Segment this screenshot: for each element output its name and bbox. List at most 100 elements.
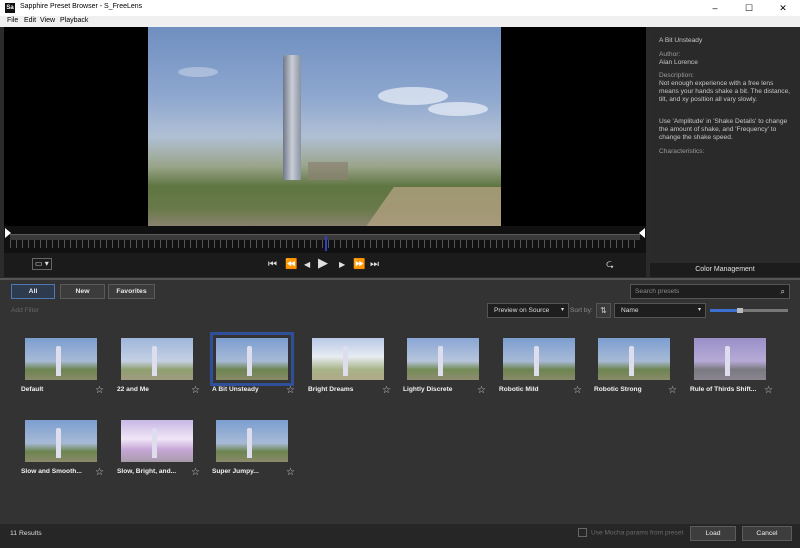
- aspect-dropdown[interactable]: ▭ ▾: [32, 258, 52, 270]
- checkbox-icon[interactable]: [578, 528, 587, 537]
- go-to-end-icon[interactable]: ⏭: [370, 258, 379, 272]
- step-forward-icon[interactable]: ▶: [339, 258, 345, 272]
- load-button[interactable]: Load: [690, 526, 736, 541]
- app-icon: Sa: [5, 3, 15, 13]
- maximize-button[interactable]: ☐: [732, 0, 766, 16]
- preset-thumbnail[interactable]: [503, 338, 575, 380]
- preset-tile[interactable]: A Bit Unsteady ☆: [210, 332, 304, 413]
- preset-name: Robotic Strong: [594, 386, 642, 393]
- tab-all[interactable]: All: [11, 284, 55, 299]
- menu-playback[interactable]: Playback: [60, 17, 88, 24]
- preset-tile[interactable]: 22 and Me ☆: [117, 333, 209, 413]
- play-icon[interactable]: ▶: [318, 256, 328, 270]
- color-management-button[interactable]: Color Management: [650, 263, 800, 277]
- preset-thumbnail[interactable]: [121, 338, 193, 380]
- favorite-star-icon[interactable]: ☆: [764, 385, 773, 396]
- sort-by-dropdown[interactable]: Name ▾: [614, 303, 706, 318]
- thumbnail-size-slider[interactable]: [710, 308, 788, 313]
- preset-tile[interactable]: Bright Dreams ☆: [308, 333, 400, 413]
- preview-mode-value: Preview on Source: [494, 307, 550, 314]
- favorite-star-icon[interactable]: ☆: [573, 385, 582, 396]
- info-author-label: Author:: [659, 51, 681, 58]
- timeline[interactable]: [4, 226, 646, 253]
- info-characteristics-label: Characteristics:: [659, 148, 705, 155]
- preset-thumbnail[interactable]: [598, 338, 670, 380]
- tab-new[interactable]: New: [60, 284, 105, 299]
- minimize-button[interactable]: –: [698, 0, 732, 16]
- tower-shape: [283, 55, 301, 180]
- preset-thumbnail[interactable]: [121, 420, 193, 462]
- preset-name: Slow and Smooth...: [21, 468, 82, 475]
- thumbnail-tower: [343, 346, 348, 376]
- go-to-start-icon[interactable]: ⏮: [268, 258, 277, 272]
- add-filter-field[interactable]: Add Filter: [11, 307, 39, 314]
- favorite-star-icon[interactable]: ☆: [668, 385, 677, 396]
- preset-thumbnail[interactable]: [312, 338, 384, 380]
- close-button[interactable]: ✕: [766, 0, 800, 16]
- preset-tile[interactable]: Slow, Bright, and... ☆: [117, 415, 209, 495]
- search-input[interactable]: Search presets ⌕: [630, 284, 790, 299]
- preset-tile[interactable]: Slow and Smooth... ☆: [21, 415, 113, 495]
- preset-thumbnail[interactable]: [25, 420, 97, 462]
- favorite-star-icon[interactable]: ☆: [286, 467, 295, 478]
- loop-icon[interactable]: ⮎: [606, 258, 614, 272]
- favorite-star-icon[interactable]: ☆: [95, 467, 104, 478]
- sort-order-icon[interactable]: ⇅: [596, 303, 611, 318]
- preset-thumbnail[interactable]: [25, 338, 97, 380]
- preset-thumbnail[interactable]: [210, 332, 294, 386]
- preset-tile[interactable]: Default ☆: [21, 333, 113, 413]
- preset-tile[interactable]: Lightly Discrete ☆: [403, 333, 495, 413]
- step-back-icon[interactable]: ◀: [304, 258, 310, 272]
- info-description-label: Description:: [659, 72, 694, 79]
- preset-name: Lightly Discrete: [403, 386, 453, 393]
- menu-file[interactable]: File: [7, 17, 18, 24]
- fast-forward-icon[interactable]: ⏩: [353, 258, 365, 272]
- preset-thumbnail[interactable]: [407, 338, 479, 380]
- preset-thumbnail[interactable]: [694, 338, 766, 380]
- info-author: Alan Lorence: [659, 59, 698, 66]
- preset-thumbnail[interactable]: [216, 420, 288, 462]
- search-placeholder: Search presets: [635, 288, 680, 295]
- menu-bar: File Edit View Playback: [0, 16, 800, 27]
- preset-info-panel: A Bit Unsteady Author: Alan Lorence Desc…: [650, 27, 800, 263]
- favorite-star-icon[interactable]: ☆: [477, 385, 486, 396]
- sort-label: Sort by:: [570, 307, 593, 314]
- window-title: Sapphire Preset Browser - S_FreeLens: [20, 3, 143, 10]
- chevron-down-icon: ▾: [560, 307, 564, 313]
- favorite-star-icon[interactable]: ☆: [382, 385, 391, 396]
- thumbnail-tower: [56, 428, 61, 458]
- favorite-star-icon[interactable]: ☆: [191, 467, 200, 478]
- tab-favorites[interactable]: Favorites: [108, 284, 155, 299]
- preset-grid: Default ☆ 22 and Me ☆ A Bit Unsteady ☆ Bright …: [0, 332, 800, 513]
- preset-tile[interactable]: Rule of Thirds Shift... ☆: [690, 333, 782, 413]
- preset-tile[interactable]: Robotic Strong ☆: [594, 333, 686, 413]
- cancel-button[interactable]: Cancel: [742, 526, 792, 541]
- status-bar: 11 Results Use Mocha params from preset …: [0, 524, 800, 548]
- slider-knob[interactable]: [736, 308, 743, 313]
- favorite-star-icon[interactable]: ☆: [286, 385, 295, 396]
- preset-tile[interactable]: Robotic Mild ☆: [499, 333, 591, 413]
- menu-view[interactable]: View: [40, 17, 55, 24]
- mocha-params-checkbox[interactable]: Use Mocha params from preset: [578, 528, 683, 537]
- thumbnail-tower: [247, 428, 252, 458]
- info-preset-name: A Bit Unsteady: [659, 37, 703, 44]
- playhead[interactable]: [325, 236, 327, 251]
- info-description-1: Not enough experience with a free lens m…: [659, 80, 791, 103]
- chevron-down-icon: ▾: [697, 307, 701, 313]
- preset-tile[interactable]: Super Jumpy... ☆: [212, 415, 304, 495]
- thumbnail-tower: [247, 346, 252, 376]
- title-bar: Sa Sapphire Preset Browser - S_FreeLens …: [0, 0, 800, 16]
- preview-mode-dropdown[interactable]: Preview on Source ▾: [487, 303, 569, 318]
- preview-image: [148, 27, 501, 226]
- favorite-star-icon[interactable]: ☆: [95, 385, 104, 396]
- slider-fill: [710, 309, 740, 312]
- preset-name: Slow, Bright, and...: [117, 468, 177, 475]
- menu-edit[interactable]: Edit: [24, 17, 36, 24]
- preset-name: Default: [21, 386, 44, 393]
- preset-name: Super Jumpy...: [212, 468, 259, 475]
- rewind-icon[interactable]: ⏪: [285, 258, 297, 272]
- favorite-star-icon[interactable]: ☆: [191, 385, 200, 396]
- search-icon[interactable]: ⌕: [781, 285, 785, 298]
- out-point-marker[interactable]: [639, 228, 645, 238]
- preset-name: A Bit Unsteady: [212, 386, 259, 393]
